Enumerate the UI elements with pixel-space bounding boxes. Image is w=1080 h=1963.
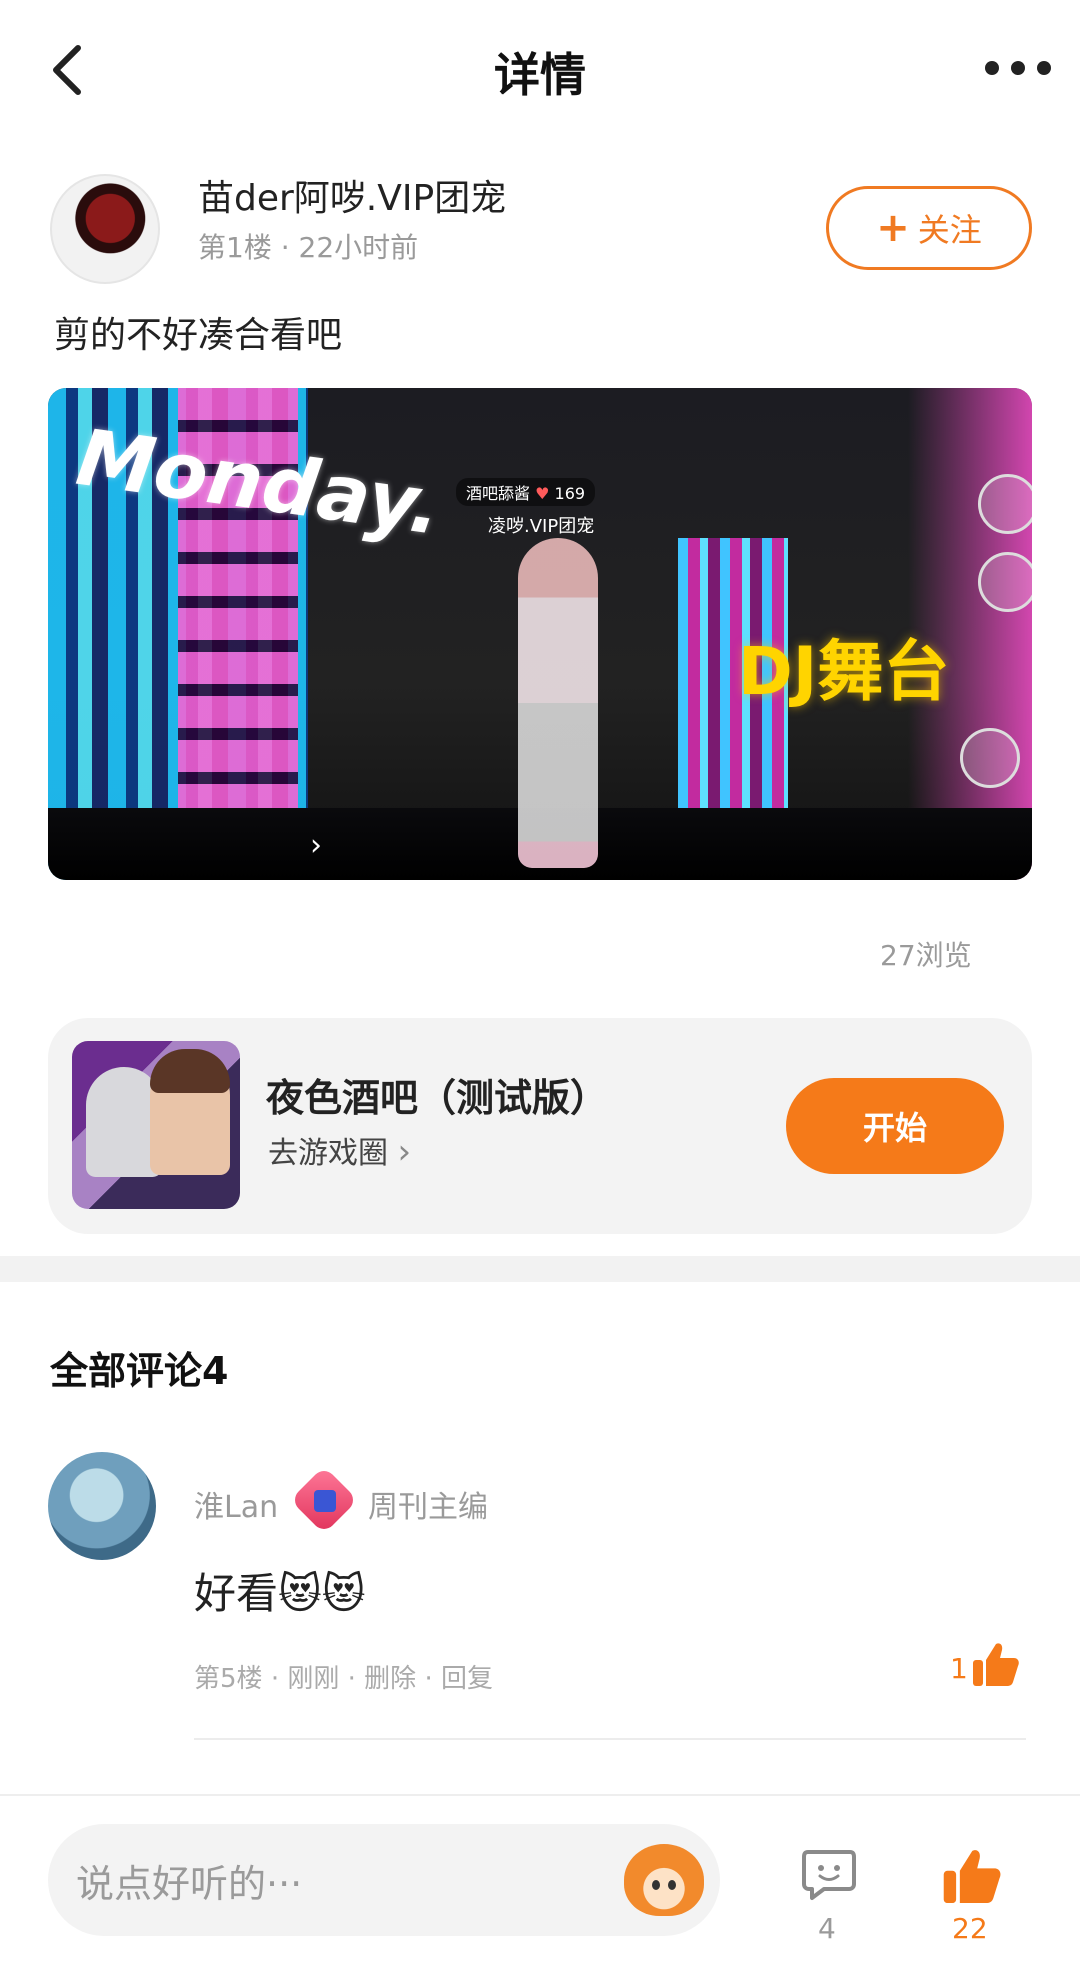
emoji-icon[interactable] bbox=[978, 474, 1032, 534]
more-icon bbox=[985, 61, 999, 75]
like-count: 22 bbox=[952, 1912, 988, 1945]
commenter-name[interactable]: 淮Lan bbox=[194, 1482, 278, 1526]
game-icon[interactable] bbox=[72, 1041, 240, 1209]
follow-label: 关注 bbox=[917, 211, 982, 249]
section-divider bbox=[0, 1256, 1080, 1282]
mascot-icon[interactable] bbox=[624, 1844, 704, 1916]
comment-text: 好看😻😻 bbox=[194, 1569, 366, 1618]
comment-floor: 第5楼 bbox=[194, 1664, 263, 1694]
thumb-up-icon[interactable] bbox=[970, 1640, 1020, 1690]
chevron-right-icon: › bbox=[397, 1132, 412, 1172]
follow-button[interactable]: + 关注 bbox=[826, 186, 1032, 270]
reply-button[interactable]: 回复 bbox=[441, 1664, 493, 1694]
author-name[interactable]: 苗der阿哕.VIP团宠 bbox=[198, 174, 506, 224]
commenter-avatar[interactable] bbox=[48, 1452, 156, 1560]
more-button[interactable] bbox=[968, 50, 1068, 86]
dance-icon[interactable] bbox=[960, 728, 1020, 788]
character-tag: 酒吧舔酱 ♥ 169 bbox=[456, 478, 596, 506]
dj-stage-sign: DJ舞台 bbox=[738, 633, 950, 710]
bottom-bar-border bbox=[0, 1794, 1080, 1796]
action-icon[interactable] bbox=[978, 552, 1032, 612]
game-title: 夜色酒吧（测试版） bbox=[266, 1076, 609, 1120]
commenter-role: 周刊主编 bbox=[368, 1490, 488, 1525]
chat-icon[interactable] bbox=[800, 1846, 858, 1904]
character-name: 凌哕.VIP团宠 bbox=[488, 516, 595, 537]
comment-meta: 第5楼 · 刚刚 · 删除 · 回复 bbox=[194, 1664, 493, 1694]
game-circle-link[interactable]: 去游戏圈 › bbox=[268, 1130, 411, 1176]
page-title: 详情 bbox=[494, 48, 586, 102]
comment-separator bbox=[194, 1738, 1026, 1740]
comment-time: 刚刚 bbox=[287, 1664, 340, 1694]
chevron-right-icon[interactable]: › bbox=[310, 828, 322, 863]
top-nav-bar: 详情 bbox=[0, 0, 1080, 150]
post-time: 22小时前 bbox=[298, 231, 419, 264]
post-video[interactable]: Monday. 酒吧舔酱 ♥ 169 凌哕.VIP团宠 DJ舞台 › bbox=[48, 388, 1032, 880]
character-figure bbox=[518, 538, 598, 868]
post-text: 剪的不好凑合看吧 bbox=[54, 315, 343, 356]
back-button[interactable] bbox=[40, 40, 100, 100]
comments-title: 全部评论4 bbox=[50, 1349, 229, 1393]
comment-input[interactable]: 说点好听的··· bbox=[48, 1824, 720, 1936]
badge-inner bbox=[314, 1490, 336, 1512]
post-floor: 第1楼 bbox=[198, 231, 272, 264]
start-game-button[interactable]: 开始 bbox=[786, 1078, 1004, 1174]
plus-icon: + bbox=[876, 205, 910, 251]
author-avatar[interactable] bbox=[50, 174, 160, 284]
thumb-up-icon[interactable] bbox=[940, 1846, 1002, 1908]
heart-icon: ♥ bbox=[535, 484, 550, 503]
back-icon bbox=[53, 45, 81, 95]
delete-button[interactable]: 删除 bbox=[364, 1664, 416, 1694]
comment-count: 4 bbox=[818, 1912, 836, 1945]
comment-like-count: 1 bbox=[950, 1652, 968, 1685]
view-count: 27浏览 bbox=[880, 939, 972, 972]
author-meta: 第1楼 · 22小时前 bbox=[198, 231, 419, 264]
